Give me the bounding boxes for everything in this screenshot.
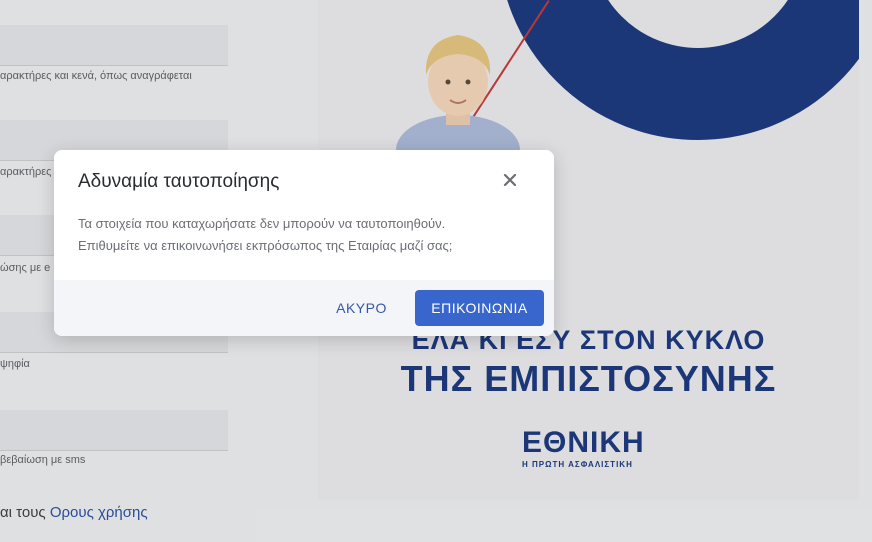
close-icon	[503, 173, 517, 187]
contact-button[interactable]: ΕΠΙΚΟΙΝΩΝΙΑ	[415, 290, 544, 326]
close-button[interactable]	[500, 170, 520, 190]
cancel-button[interactable]: ΑΚΥΡΟ	[324, 290, 399, 326]
dialog-title: Αδυναμία ταυτοποίησης	[78, 171, 280, 192]
dialog-footer: ΑΚΥΡΟ ΕΠΙΚΟΙΝΩΝΙΑ	[54, 280, 554, 336]
dialog-message: Τα στοιχεία που καταχωρήσατε δεν μπορούν…	[78, 213, 518, 257]
dialog-message-line-1: Τα στοιχεία που καταχωρήσατε δεν μπορούν…	[78, 216, 446, 231]
identification-error-dialog: Αδυναμία ταυτοποίησης Τα στοιχεία που κα…	[54, 150, 554, 336]
dialog-message-line-2: Επιθυμείτε να επικοινωνήσει εκπρόσωπος τ…	[78, 238, 453, 253]
